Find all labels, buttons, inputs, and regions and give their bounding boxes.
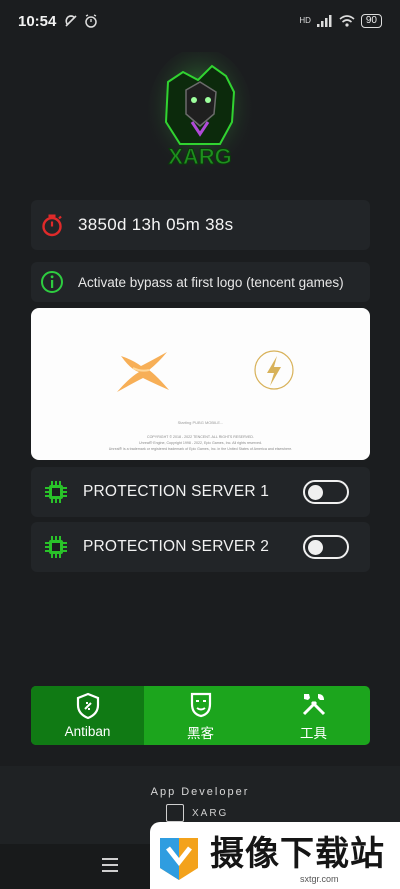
game-splash-preview: Starting PUBG MOBILE... COPYRIGHT © 2018…	[31, 308, 370, 460]
watermark-url: sxtgr.com	[300, 874, 339, 884]
tab-label: 工具	[300, 725, 327, 741]
tab-label: 黑客	[187, 725, 214, 741]
toggle-knob	[308, 484, 323, 500]
publisher-logo	[117, 352, 169, 392]
tools-icon	[302, 693, 325, 715]
copyright-line-3: Unreal® is a trademark or registered tra…	[108, 447, 293, 451]
server-1-toggle[interactable]	[303, 480, 349, 504]
hd-label: HD	[299, 16, 311, 25]
shield-icon	[76, 692, 99, 720]
tab-label: Antiban	[64, 724, 111, 739]
developer-name: XARG	[192, 807, 229, 819]
chip-icon	[45, 481, 67, 503]
mask-icon	[190, 692, 211, 717]
watermark-text: 摄像下载站	[210, 834, 385, 874]
menu-icon[interactable]	[102, 858, 118, 872]
info-card: Activate bypass at first logo (tencent g…	[31, 262, 370, 302]
developer-title: App Developer	[150, 786, 250, 798]
server-label: PROTECTION SERVER 1	[83, 483, 270, 500]
countdown-text: 3850d 13h 05m 38s	[78, 215, 234, 234]
status-bar: 10:54 HD 90	[0, 0, 400, 42]
xarg-logo: XARG	[148, 52, 252, 176]
server-label: PROTECTION SERVER 2	[83, 538, 270, 555]
copyright-line-2: Unreal® Engine, Copyright 1998 - 2022, E…	[139, 441, 262, 445]
battery-indicator: 90	[360, 14, 382, 28]
server-2-toggle[interactable]	[303, 535, 349, 559]
tab-hacker[interactable]: 黑客	[144, 686, 257, 745]
countdown-card: 3850d 13h 05m 38s	[31, 200, 370, 250]
stopwatch-icon	[40, 213, 64, 237]
toggle-knob	[308, 539, 323, 555]
protection-server-2-row[interactable]: PROTECTION SERVER 2	[31, 522, 370, 572]
developer-name-row: XARG	[166, 804, 228, 822]
loading-text: Starting PUBG MOBILE...	[177, 420, 224, 425]
tab-tools[interactable]: 工具	[257, 686, 370, 745]
chip-icon	[45, 536, 67, 558]
bottom-tab-bar: Antiban 黑客 工具	[31, 686, 370, 745]
copyright-line-1: COPYRIGHT © 2018 - 2022 TENCENT. ALL RIG…	[147, 435, 254, 439]
info-circle-icon	[40, 270, 64, 294]
developer-logo-icon	[166, 804, 184, 822]
status-right-icons: HD 90	[299, 14, 382, 28]
alarm-icon	[85, 14, 98, 28]
svg-text:XARG: XARG	[168, 144, 232, 169]
lightspeed-badge	[254, 350, 294, 390]
signal-icon	[316, 15, 332, 27]
do-not-disturb-icon	[65, 15, 77, 27]
protection-server-1-row[interactable]: PROTECTION SERVER 1	[31, 467, 370, 517]
status-left-icons	[64, 14, 98, 28]
watermark-overlay: 摄像下载站 sxtgr.com	[150, 822, 400, 889]
wifi-icon	[339, 15, 355, 27]
status-time: 10:54	[18, 12, 57, 30]
tab-antiban[interactable]: Antiban	[31, 686, 144, 745]
watermark-logo-icon	[160, 838, 198, 880]
info-text: Activate bypass at first logo (tencent g…	[78, 274, 344, 290]
